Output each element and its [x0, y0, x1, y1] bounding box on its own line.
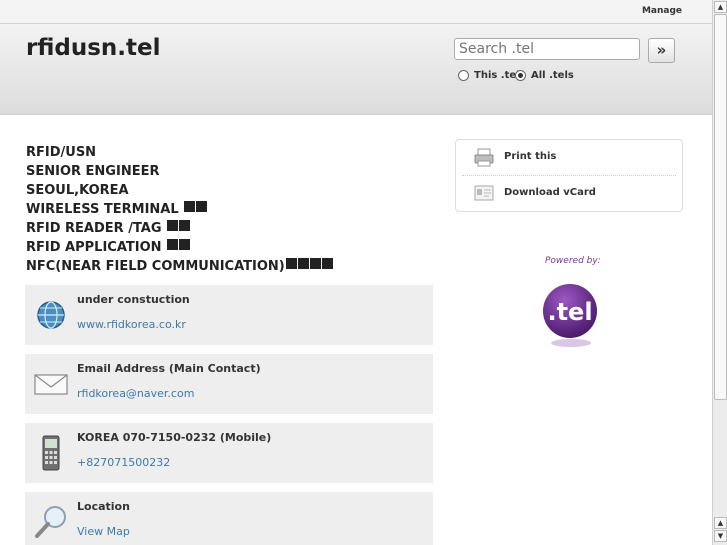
search-input[interactable]	[454, 38, 640, 60]
missing-glyph-box	[297, 258, 309, 269]
scroll-thumb[interactable]	[714, 14, 727, 400]
missing-glyph-box	[167, 239, 179, 250]
profile-line: NFC(NEAR FIELD COMMUNICATION)	[26, 257, 333, 276]
phone-link[interactable]: +827071500232	[77, 456, 170, 469]
profile-line: WIRELESS TERMINAL	[26, 200, 333, 219]
scope-all-label: All .tels	[531, 70, 574, 81]
email-card: Email Address (Main Contact) rfidkorea@n…	[25, 354, 433, 414]
search-button[interactable]: »	[648, 38, 675, 63]
phone-card-title: KOREA 070-7150-0232 (Mobile)	[77, 431, 272, 444]
website-card-title: under constuction	[77, 293, 190, 306]
website-link[interactable]: www.rfidkorea.co.kr	[77, 318, 186, 331]
top-bar: Manage	[0, 0, 712, 24]
profile-keywords: RFID/USN SENIOR ENGINEER SEOUL,KOREA WIR…	[26, 143, 333, 276]
missing-glyph-box	[309, 258, 321, 269]
printer-icon	[474, 148, 494, 167]
scroll-up-button-bottom[interactable]: ▲	[714, 517, 727, 529]
envelope-icon	[34, 374, 68, 395]
tel-logo-text: .tel	[547, 298, 592, 326]
scope-this-label: This .tel	[474, 70, 520, 81]
manage-link[interactable]: Manage	[642, 6, 682, 16]
missing-glyph-box	[196, 201, 208, 212]
actions-box: Print this Download vCard	[455, 139, 683, 212]
profile-line: SEOUL,KOREA	[26, 183, 129, 198]
vcard-action[interactable]: Download vCard	[456, 176, 682, 211]
vcard-icon	[474, 185, 494, 201]
print-action[interactable]: Print this	[456, 140, 682, 175]
missing-glyph-box	[321, 258, 333, 269]
magnifier-icon	[35, 506, 66, 538]
profile-line: RFID APPLICATION	[26, 238, 333, 257]
website-card: under constuction www.rfidkorea.co.kr	[25, 285, 433, 345]
missing-glyph-box	[285, 258, 297, 269]
scroll-down-button[interactable]: ▼	[714, 530, 727, 542]
missing-glyph-box	[179, 239, 191, 250]
powered-by-label: Powered by:	[545, 256, 601, 266]
view-map-link[interactable]: View Map	[77, 525, 130, 538]
scope-this-radio[interactable]	[458, 70, 469, 81]
location-card-title: Location	[77, 500, 130, 513]
missing-glyph-box	[167, 220, 179, 231]
site-title: rfidusn.tel	[26, 35, 161, 61]
email-link[interactable]: rfidkorea@naver.com	[77, 387, 194, 400]
scope-all-tels[interactable]: All .tels	[515, 70, 574, 81]
profile-line: RFID/USN	[26, 145, 97, 160]
scroll-up-button[interactable]: ▲	[714, 1, 727, 13]
missing-glyph-box	[184, 201, 196, 212]
missing-glyph-box	[179, 220, 191, 231]
profile-line: SENIOR ENGINEER	[26, 164, 160, 179]
globe-icon	[37, 301, 65, 329]
scope-all-radio[interactable]	[515, 70, 526, 81]
location-card: Location View Map	[25, 492, 433, 545]
vcard-label: Download vCard	[504, 187, 596, 198]
scope-this-tel[interactable]: This .tel	[458, 70, 520, 81]
mobile-phone-icon	[42, 435, 60, 471]
vertical-scrollbar[interactable]: ▲ ▲ ▼	[712, 0, 727, 545]
tel-logo-icon[interactable]: .tel	[541, 280, 601, 350]
profile-line: RFID READER /TAG	[26, 219, 333, 238]
email-card-title: Email Address (Main Contact)	[77, 362, 261, 375]
print-label: Print this	[504, 151, 557, 162]
header: rfidusn.tel » This .tel All .tels	[0, 24, 712, 115]
phone-card: KOREA 070-7150-0232 (Mobile) +8270715002…	[25, 423, 433, 483]
